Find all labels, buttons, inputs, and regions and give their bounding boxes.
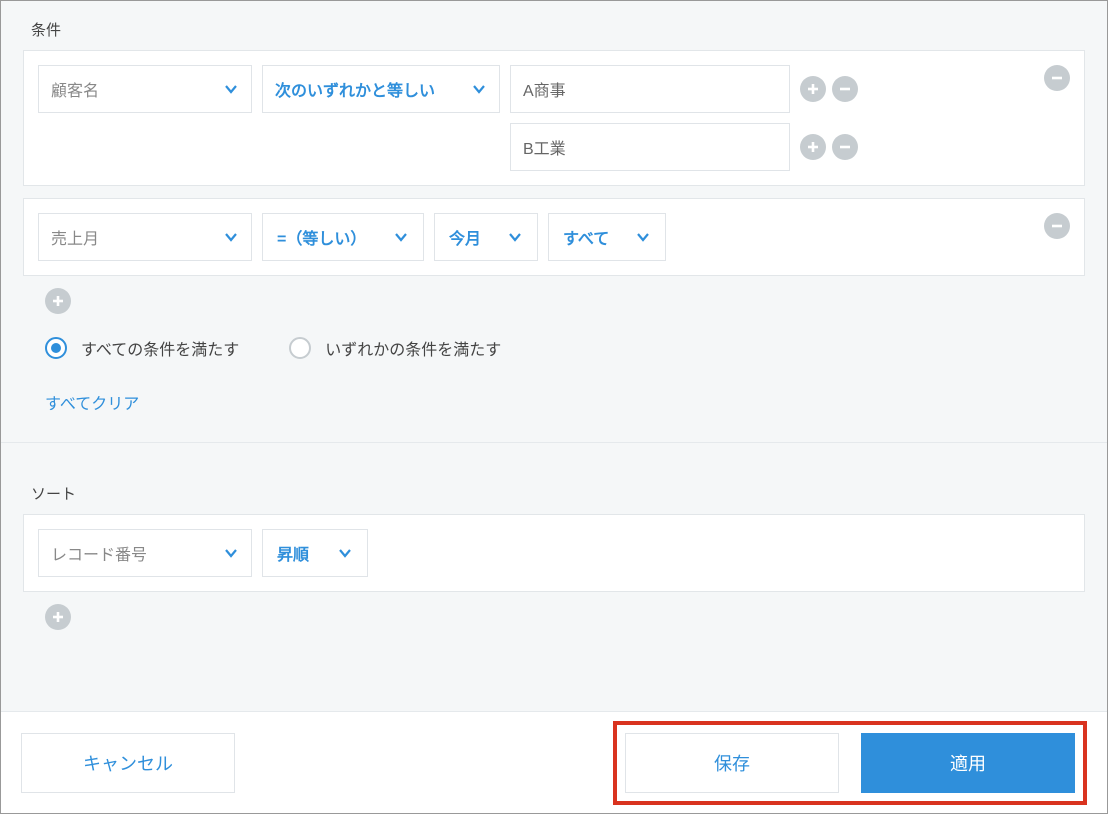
field-select-label: 売上月 — [51, 225, 99, 249]
plus-icon — [51, 610, 65, 624]
condition-group-2: 売上月 =（等しい） 今月 すべて — [23, 198, 1085, 276]
radio-label: すべての条件を満たす — [81, 336, 239, 360]
plus-icon — [51, 294, 65, 308]
value-input-1[interactable] — [510, 65, 790, 113]
value-row-buttons — [800, 134, 858, 160]
chevron-down-icon — [507, 229, 523, 245]
logic-radio-group: すべての条件を満たす いずれかの条件を満たす — [1, 314, 1107, 360]
chevron-down-icon — [337, 545, 353, 561]
plus-icon — [806, 140, 820, 154]
highlighted-actions: 保存 適用 — [613, 721, 1087, 805]
field-select-label: 顧客名 — [51, 77, 99, 101]
dialog-footer: キャンセル 保存 適用 — [1, 711, 1107, 813]
save-button[interactable]: 保存 — [625, 733, 839, 793]
value-input-2[interactable] — [510, 123, 790, 171]
minus-icon — [1050, 219, 1064, 233]
remove-group-button[interactable] — [1044, 213, 1070, 239]
remove-group-button[interactable] — [1044, 65, 1070, 91]
sort-field-label: レコード番号 — [51, 541, 147, 565]
minus-icon — [1050, 71, 1064, 85]
value-row-buttons — [800, 76, 858, 102]
cancel-button[interactable]: キャンセル — [21, 733, 235, 793]
radio-match-any[interactable]: いずれかの条件を満たす — [289, 336, 501, 360]
sort-direction-label: 昇順 — [277, 541, 309, 565]
scope-select[interactable]: すべて — [548, 213, 666, 261]
field-select[interactable]: 売上月 — [38, 213, 252, 261]
add-value-button[interactable] — [800, 76, 826, 102]
sort-heading: ソート — [1, 443, 1107, 514]
remove-value-button[interactable] — [832, 76, 858, 102]
sort-group: レコード番号 昇順 — [23, 514, 1085, 592]
chevron-down-icon — [223, 229, 239, 245]
condition-row — [38, 123, 1070, 171]
sort-row: レコード番号 昇順 — [38, 529, 1070, 577]
dialog-body: 条件 顧客名 次のいずれかと等しい — [1, 1, 1107, 711]
filter-dialog: 条件 顧客名 次のいずれかと等しい — [0, 0, 1108, 814]
plus-icon — [806, 82, 820, 96]
clear-all-link[interactable]: すべてクリア — [1, 360, 1107, 442]
sort-direction-select[interactable]: 昇順 — [262, 529, 368, 577]
radio-match-all[interactable]: すべての条件を満たす — [45, 336, 239, 360]
radio-label: いずれかの条件を満たす — [325, 336, 501, 360]
radio-dot-icon — [289, 337, 311, 359]
minus-icon — [838, 82, 852, 96]
range-select-label: 今月 — [449, 225, 481, 249]
add-sort-button[interactable] — [45, 604, 71, 630]
remove-value-button[interactable] — [832, 134, 858, 160]
add-value-button[interactable] — [800, 134, 826, 160]
operator-select[interactable]: =（等しい） — [262, 213, 424, 261]
chevron-down-icon — [471, 81, 487, 97]
condition-row: 売上月 =（等しい） 今月 すべて — [38, 213, 1070, 261]
chevron-down-icon — [223, 81, 239, 97]
operator-select[interactable]: 次のいずれかと等しい — [262, 65, 500, 113]
sort-field-select[interactable]: レコード番号 — [38, 529, 252, 577]
operator-select-label: =（等しい） — [277, 225, 366, 249]
radio-dot-icon — [45, 337, 67, 359]
scope-select-label: すべて — [563, 225, 609, 249]
conditions-heading: 条件 — [1, 1, 1107, 50]
chevron-down-icon — [635, 229, 651, 245]
minus-icon — [838, 140, 852, 154]
chevron-down-icon — [393, 229, 409, 245]
operator-select-label: 次のいずれかと等しい — [275, 77, 435, 101]
add-condition-group-button[interactable] — [45, 288, 71, 314]
field-select[interactable]: 顧客名 — [38, 65, 252, 113]
chevron-down-icon — [223, 545, 239, 561]
range-select[interactable]: 今月 — [434, 213, 538, 261]
condition-group-1: 顧客名 次のいずれかと等しい — [23, 50, 1085, 186]
apply-button[interactable]: 適用 — [861, 733, 1075, 793]
condition-row: 顧客名 次のいずれかと等しい — [38, 65, 1070, 113]
